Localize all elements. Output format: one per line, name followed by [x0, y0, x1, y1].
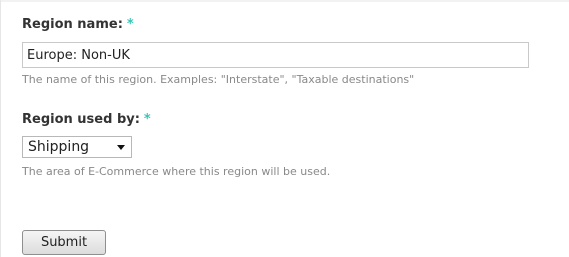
required-marker: * [143, 112, 151, 127]
region-used-by-selected-value: Shipping [28, 139, 90, 155]
region-used-by-label-text: Region used by: [22, 112, 140, 127]
left-border [0, 0, 1, 257]
region-used-by-label: Region used by: * [22, 112, 151, 127]
region-name-label-text: Region name: [22, 17, 123, 32]
region-used-by-description: The area of E-Commerce where this region… [22, 165, 331, 178]
required-marker: * [126, 17, 134, 32]
top-border [0, 0, 569, 2]
chevron-down-icon [117, 145, 125, 150]
region-form-page: Region name:* The name of this region. E… [0, 0, 569, 257]
region-name-label: Region name: * [22, 17, 134, 32]
region-name-description: The name of this region. Examples: "Inte… [22, 73, 415, 86]
region-used-by-select[interactable]: Shipping [22, 136, 132, 158]
submit-button[interactable]: Submit [22, 230, 106, 255]
region-name-input[interactable] [22, 42, 529, 68]
